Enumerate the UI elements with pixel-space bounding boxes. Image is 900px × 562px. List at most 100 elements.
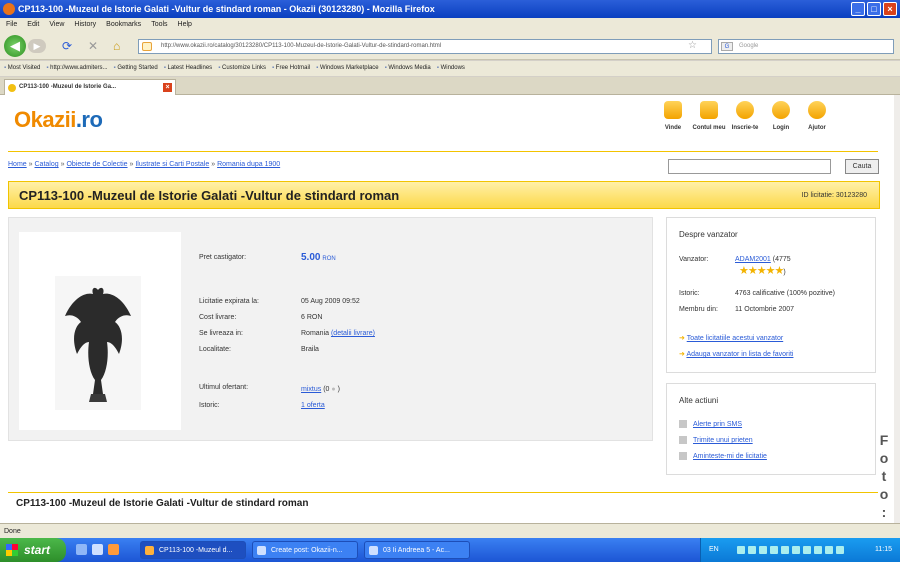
- price-currency: RON: [322, 256, 336, 262]
- start-button[interactable]: start: [0, 538, 66, 562]
- breadcrumb-ilustrate[interactable]: Ilustrate si Carti Postale: [135, 161, 209, 168]
- breadcrumb-obiecte[interactable]: Obiecte de Colectie: [66, 161, 127, 168]
- location-value: Romania: [301, 330, 330, 337]
- navigation-toolbar: ◀ ▶ ⟳ ✕ ⌂ http://www.okazii.ro/catalog/3…: [0, 32, 900, 60]
- nav-ajutor[interactable]: Ajutor: [799, 101, 835, 131]
- action-label[interactable]: Alerte prin SMS: [693, 421, 742, 428]
- bookmark-item[interactable]: Windows Marketplace: [316, 61, 379, 76]
- start-label: start: [24, 543, 51, 557]
- send-icon: [679, 436, 687, 444]
- menu-file[interactable]: File: [6, 18, 17, 32]
- menu-help[interactable]: Help: [178, 18, 192, 32]
- bookmark-item[interactable]: Latest Headlines: [164, 61, 212, 76]
- seller-name-link[interactable]: ADAM2001: [735, 256, 771, 263]
- menu-edit[interactable]: Edit: [27, 18, 39, 32]
- menu-history[interactable]: History: [74, 18, 96, 32]
- minimize-button[interactable]: _: [851, 2, 865, 16]
- bid-history-link[interactable]: 1 oferta: [301, 402, 325, 409]
- seller-heading: Despre vanzator: [679, 230, 738, 239]
- bookmark-item[interactable]: Free Hotmail: [272, 61, 310, 76]
- site-search-button[interactable]: Cauta: [845, 159, 879, 174]
- seller-rating-stars: ★★★★★): [739, 264, 786, 277]
- clock[interactable]: 11:15: [875, 538, 892, 562]
- taskbar-button-doc[interactable]: 03 Ii Andreea 5 - Ac...: [364, 541, 470, 559]
- stop-icon[interactable]: ✕: [88, 40, 98, 52]
- window-controls: _ □ ×: [851, 2, 897, 16]
- nav-label: Inscrie-te: [731, 125, 759, 131]
- bookmark-item[interactable]: Customize Links: [218, 61, 266, 76]
- tray-icon[interactable]: [814, 546, 822, 554]
- bookmark-item[interactable]: http://www.admiters...: [46, 61, 107, 76]
- nav-inscrie-te[interactable]: Inscrie-te: [727, 101, 763, 131]
- breadcrumb-catalog[interactable]: Catalog: [35, 161, 59, 168]
- seller-add-favorite[interactable]: ➜ Adauga vanzator in lista de favoriti: [679, 350, 793, 358]
- search-placeholder: Google: [739, 43, 759, 49]
- web-search-input[interactable]: G Google: [718, 39, 894, 54]
- bookmarks-toolbar: Most Visited http://www.admiters... Gett…: [0, 61, 900, 76]
- breadcrumb-romania[interactable]: Romania dupa 1900: [217, 161, 280, 168]
- taskbar-button-post[interactable]: Create post: Okazii-n...: [252, 541, 358, 559]
- action-sms-alert[interactable]: Alerte prin SMS: [679, 420, 742, 428]
- bookmark-item[interactable]: Getting Started: [114, 61, 157, 76]
- logo-tld: .ro: [75, 107, 103, 132]
- quicklaunch-desktop-icon[interactable]: [76, 544, 87, 555]
- tray-icon[interactable]: [737, 546, 745, 554]
- forward-button[interactable]: ▶: [28, 39, 46, 53]
- bookmark-item[interactable]: Windows: [437, 61, 465, 76]
- reload-icon[interactable]: ⟳: [62, 40, 72, 52]
- nav-login[interactable]: Login: [763, 101, 799, 131]
- tray-icon[interactable]: [759, 546, 767, 554]
- seller-all-listings-link[interactable]: Toate licitatiile acestui vanzator: [687, 335, 784, 342]
- seller-favorite-link[interactable]: Adauga vanzator in lista de favoriti: [686, 351, 793, 358]
- url-bar[interactable]: http://www.okazii.ro/catalog/30123280/CP…: [138, 39, 712, 54]
- nav-vinde[interactable]: Vinde: [655, 101, 691, 131]
- action-send-friend[interactable]: Trimite unui prieten: [679, 436, 753, 444]
- bookmark-star-icon[interactable]: ☆: [688, 40, 697, 52]
- tray-icon[interactable]: [803, 546, 811, 554]
- tab-close-icon[interactable]: ×: [163, 83, 172, 92]
- seller-field: ADAM2001 (4775: [735, 256, 791, 263]
- action-remind-me[interactable]: Aminteste-mi de licitatie: [679, 452, 767, 460]
- sell-icon: [664, 101, 682, 119]
- bookmark-item[interactable]: Windows Media: [385, 61, 430, 76]
- lastbid-user-link[interactable]: mixtus: [301, 386, 321, 393]
- url-text: http://www.okazii.ro/catalog/30123280/CP…: [161, 43, 442, 49]
- nav-label: Login: [772, 125, 790, 131]
- tray-icon[interactable]: [770, 546, 778, 554]
- photo-credit-watermark: Foto:: [876, 432, 892, 522]
- menu-bookmarks[interactable]: Bookmarks: [106, 18, 141, 32]
- nav-contul-meu[interactable]: Contul meu: [691, 101, 727, 131]
- home-icon[interactable]: ⌂: [113, 40, 120, 52]
- product-photo[interactable]: [19, 232, 181, 430]
- tray-icon[interactable]: [792, 546, 800, 554]
- site-search-input[interactable]: [668, 159, 831, 174]
- tray-icon[interactable]: [781, 546, 789, 554]
- shipping-details-link[interactable]: (detalii livrare): [331, 330, 375, 337]
- tray-icon[interactable]: [836, 546, 844, 554]
- close-button[interactable]: ×: [883, 2, 897, 16]
- action-label[interactable]: Aminteste-mi de licitatie: [693, 453, 767, 460]
- tray-icon[interactable]: [825, 546, 833, 554]
- language-indicator[interactable]: EN: [709, 538, 719, 562]
- taskbar-button-firefox[interactable]: CP113-100 -Muzeul d...: [140, 541, 246, 559]
- eagle-image: [65, 287, 131, 402]
- star-icon: ★: [756, 265, 767, 277]
- maximize-button[interactable]: □: [867, 2, 881, 16]
- seller-all-listings[interactable]: ➜ Toate licitatiile acestui vanzator: [679, 334, 783, 342]
- tray-icon[interactable]: [748, 546, 756, 554]
- quicklaunch-ie-icon[interactable]: [92, 544, 103, 555]
- menu-view[interactable]: View: [49, 18, 64, 32]
- tab-favicon-icon: [8, 84, 16, 92]
- menu-tools[interactable]: Tools: [151, 18, 167, 32]
- back-button[interactable]: ◀: [4, 35, 26, 57]
- quicklaunch-firefox-icon[interactable]: [108, 544, 119, 555]
- tab-active[interactable]: CP113-100 -Muzeul de Istorie Ga... ×: [4, 79, 176, 95]
- action-label[interactable]: Trimite unui prieten: [693, 437, 753, 444]
- bookmark-item[interactable]: Most Visited: [4, 61, 41, 76]
- page-scrollbar[interactable]: [894, 95, 900, 523]
- star-icon: ★: [739, 265, 749, 277]
- window-title: CP113-100 -Muzeul de Istorie Galati -Vul…: [18, 4, 435, 14]
- site-logo[interactable]: Okazii.ro: [14, 107, 103, 133]
- breadcrumb-home[interactable]: Home: [8, 161, 27, 168]
- nav-label: Ajutor: [808, 125, 826, 131]
